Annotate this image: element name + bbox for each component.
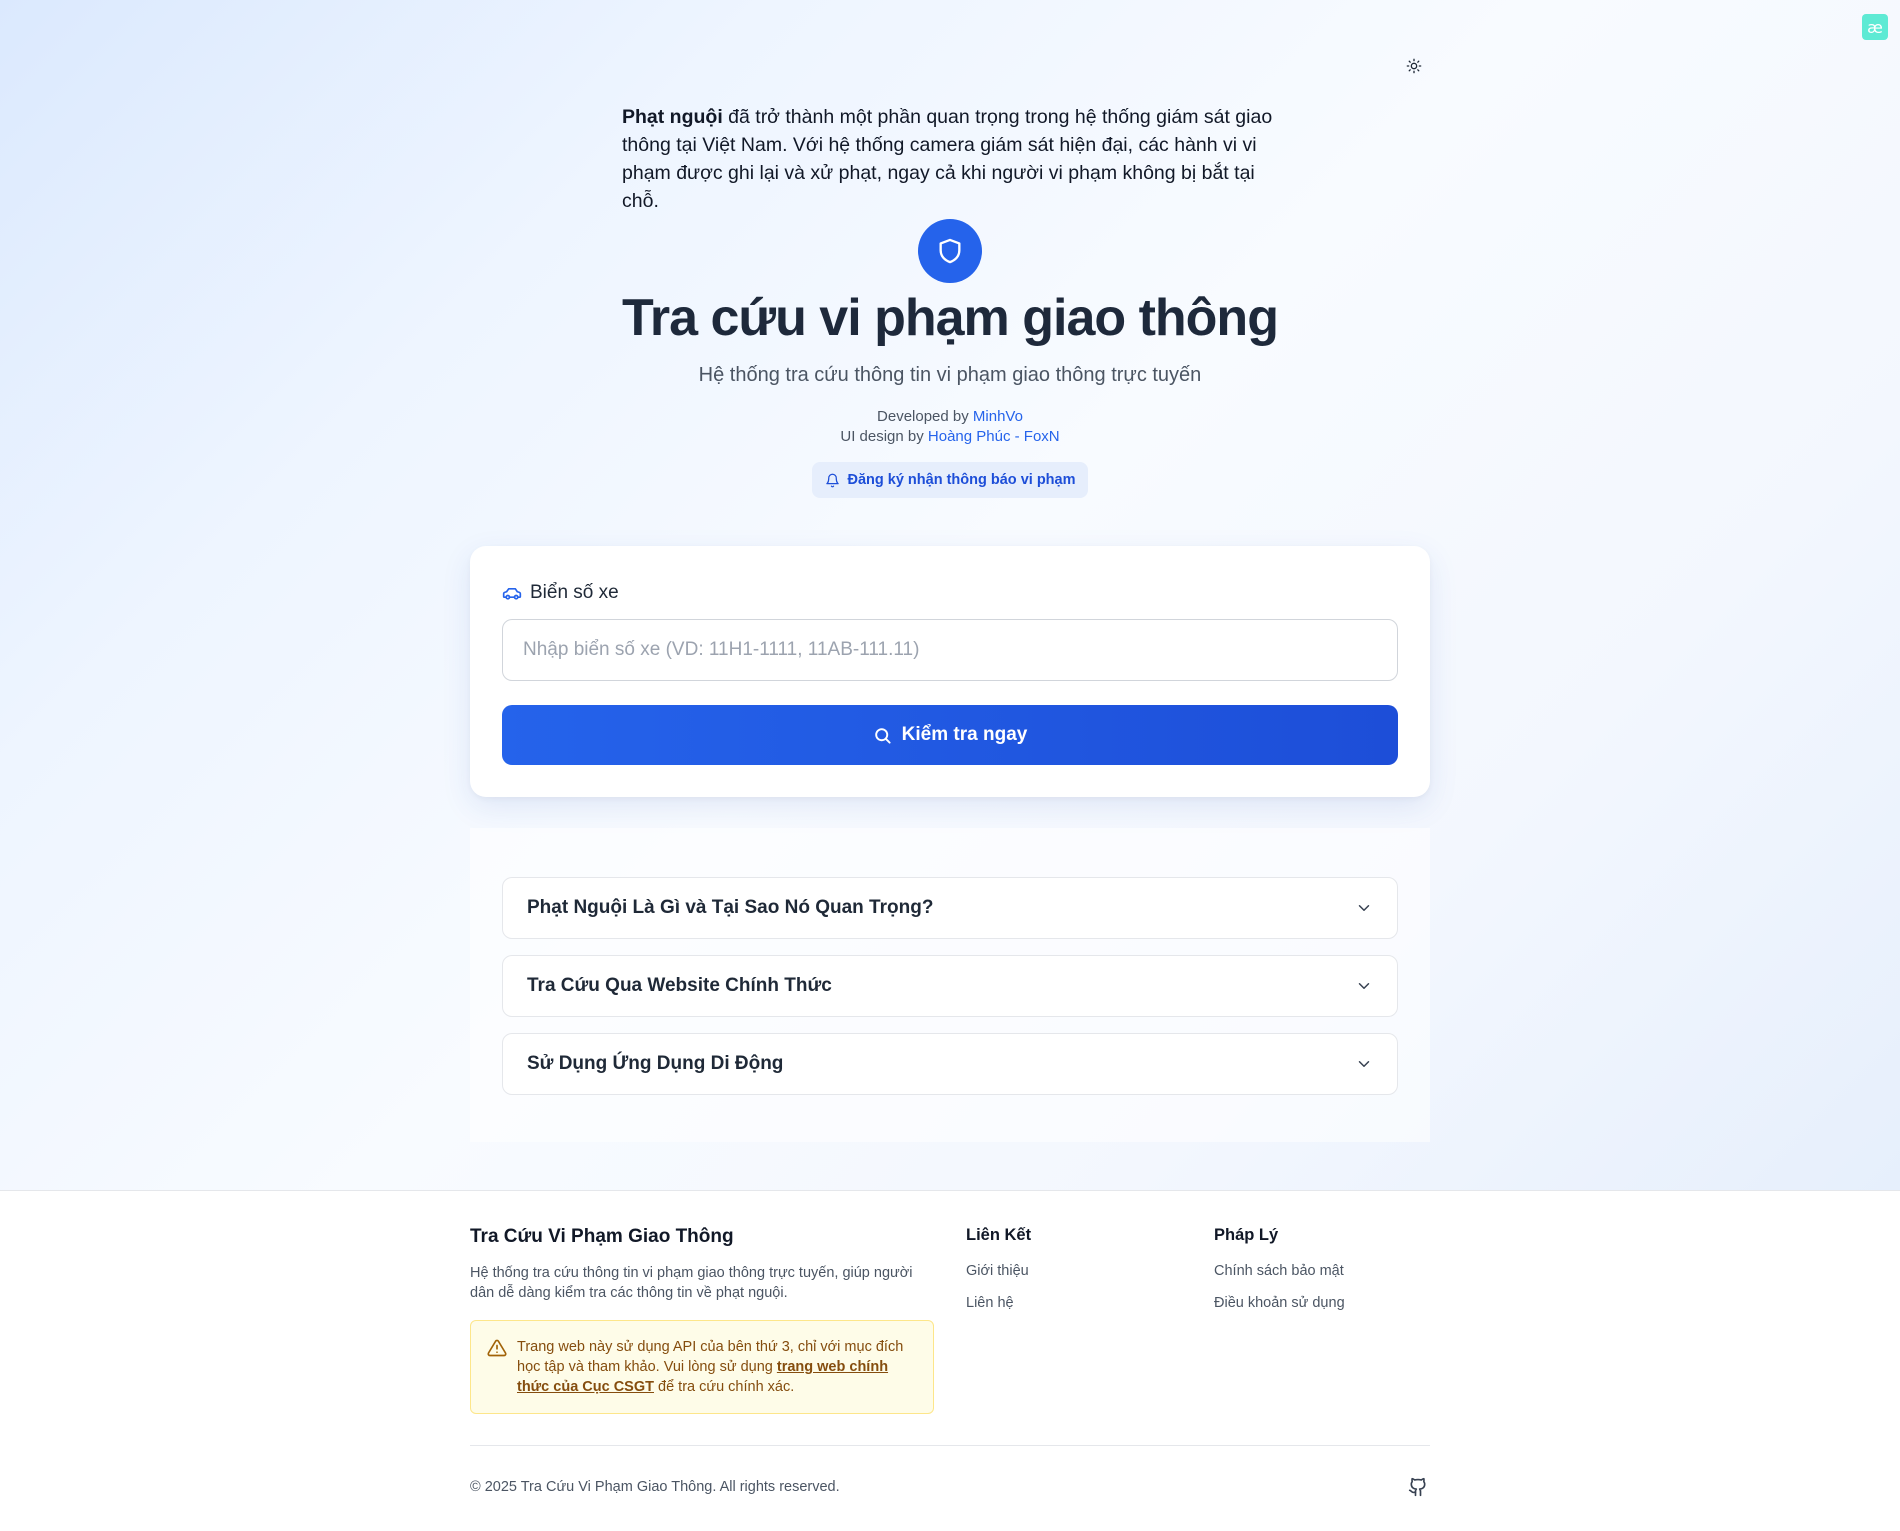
shield-icon (939, 238, 961, 264)
chevron-down-icon (1358, 905, 1370, 911)
subscribe-label: Đăng ký nhận thông báo vi phạm (847, 472, 1076, 488)
contact-link[interactable]: Liên hệ (966, 1295, 1014, 1311)
disclaimer-text-end: để tra cứu chính xác. (654, 1379, 795, 1395)
faq-section: Phạt Nguội Là Gì và Tại Sao Nó Quan Trọn… (470, 828, 1430, 1142)
faq-item-title: Tra Cứu Qua Website Chính Thức (527, 975, 832, 996)
copyright-text: © 2025 Tra Cứu Vi Phạm Giao Thông. All r… (470, 1479, 840, 1495)
page-title: Tra cứu vi phạm giao thông (622, 289, 1279, 347)
legal-heading: Pháp Lý (1214, 1226, 1279, 1244)
links-heading: Liên Kết (966, 1226, 1032, 1244)
footer-separator (470, 1445, 1430, 1446)
intro-paragraph: Phạt nguội đã trở thành một phần quan tr… (622, 103, 1287, 215)
page-subtitle: Hệ thống tra cứu thông tin vi phạm giao … (698, 364, 1202, 386)
search-card: Biển số xe Kiểm tra ngay (470, 546, 1430, 797)
license-plate-input[interactable] (502, 619, 1398, 681)
footer-divider (0, 1190, 1900, 1191)
credits: Developed by MinhVo UI design by Hoàng P… (0, 407, 1900, 447)
plate-field-label: Biển số xe (502, 582, 619, 604)
theme-toggle-button[interactable] (1400, 52, 1428, 80)
disclaimer-text: Trang web này sử dụng API của bên thứ 3,… (517, 1337, 917, 1413)
sun-icon (1406, 58, 1422, 74)
about-link[interactable]: Giới thiệu (966, 1263, 1029, 1279)
footer-description: Hệ thống tra cứu thông tin vi phạm giao … (470, 1265, 913, 1301)
designer-link[interactable]: Hoàng Phúc - FoxN (928, 428, 1060, 445)
faq-item[interactable]: Sử Dụng Ứng Dụng Di Động (502, 1033, 1398, 1095)
faq-item[interactable]: Tra Cứu Qua Website Chính Thức (502, 955, 1398, 1017)
chevron-down-icon (1358, 1061, 1370, 1067)
check-now-button[interactable]: Kiểm tra ngay (502, 705, 1398, 765)
intro-bold-term: Phạt nguội (622, 106, 723, 128)
subscribe-notifications-button[interactable]: Đăng ký nhận thông báo vi phạm (812, 462, 1088, 498)
footer-brand: Tra Cứu Vi Phạm Giao Thông (470, 1226, 734, 1247)
faq-item-title: Sử Dụng Ứng Dụng Di Động (527, 1053, 784, 1074)
warning-triangle-icon (487, 1339, 507, 1357)
check-now-label: Kiểm tra ngay (901, 724, 1028, 745)
car-icon (502, 588, 522, 600)
chevron-down-icon (1358, 983, 1370, 989)
privacy-policy-link[interactable]: Chính sách bảo mật (1214, 1263, 1344, 1279)
github-icon (1408, 1477, 1426, 1497)
disclaimer-box: Trang web này sử dụng API của bên thứ 3,… (470, 1320, 934, 1414)
github-link[interactable] (1408, 1477, 1430, 1499)
terms-of-use-link[interactable]: Điều khoản sử dụng (1214, 1295, 1345, 1311)
faq-item-title: Phạt Nguội Là Gì và Tại Sao Nó Quan Trọn… (527, 897, 934, 918)
shield-badge (918, 219, 982, 283)
plate-label-text: Biển số xe (530, 582, 619, 603)
design-by-label: UI design by (840, 428, 928, 445)
search-icon (874, 727, 891, 744)
extension-badge-icon[interactable]: æ (1862, 14, 1888, 40)
bell-icon (825, 473, 839, 487)
developer-link[interactable]: MinhVo (973, 408, 1023, 425)
faq-item[interactable]: Phạt Nguội Là Gì và Tại Sao Nó Quan Trọn… (502, 877, 1398, 939)
developed-by-label: Developed by (877, 408, 973, 425)
